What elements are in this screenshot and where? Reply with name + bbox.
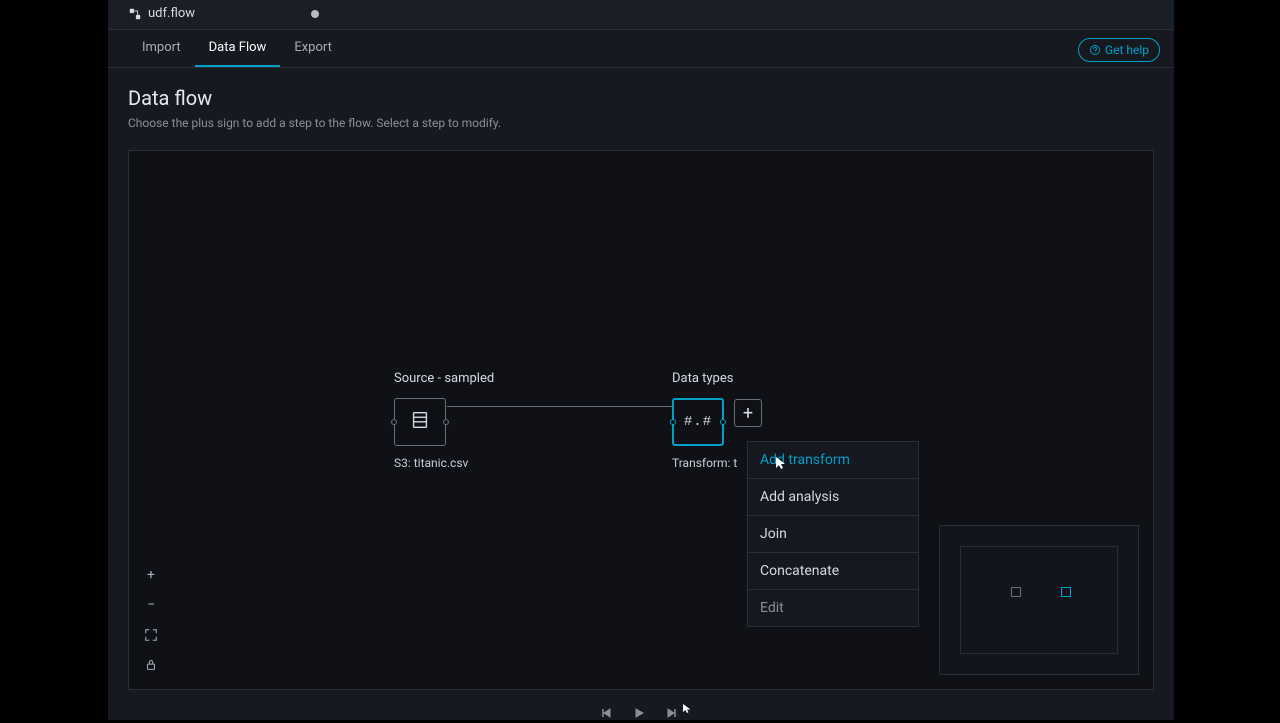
menu-edit[interactable]: Edit [748,590,918,626]
flow-canvas[interactable]: Source - sampled S3: titanic.csv Data ty… [128,150,1154,690]
play-button[interactable] [633,704,647,718]
zoom-out-button[interactable]: − [139,593,163,617]
port-icon [443,419,449,425]
fit-button[interactable] [139,623,163,647]
add-step-button[interactable]: + [734,399,762,427]
lock-button[interactable] [139,653,163,677]
menu-concatenate[interactable]: Concatenate [748,553,918,590]
zoom-controls: + − [139,563,163,677]
tab-export[interactable]: Export [280,30,346,67]
fullscreen-icon [144,628,158,642]
menu-join[interactable]: Join [748,516,918,553]
minimap-node-icon [1011,587,1021,597]
plus-icon: + [743,403,753,424]
prev-button[interactable] [601,704,615,718]
page-header: Data flow Choose the plus sign to add a … [108,68,1174,140]
page-title: Data flow [128,86,1154,110]
minimap[interactable] [939,525,1139,675]
page-subtitle: Choose the plus sign to add a step to th… [128,116,1154,130]
data-types-glyph-icon: #.# [684,414,712,430]
file-tab[interactable]: udf.flow [118,0,329,29]
minus-icon: − [147,597,155,613]
lock-icon [144,658,158,672]
node-types-box[interactable]: #.# [672,398,724,446]
port-icon [670,419,676,425]
tab-data-flow[interactable]: Data Flow [195,30,281,67]
node-source-box[interactable] [394,398,446,446]
node-data-types[interactable]: Data types #.# Transform: t [672,371,737,470]
menu-add-transform[interactable]: Add transform [748,442,918,479]
zoom-in-button[interactable]: + [139,563,163,587]
skip-forward-icon [665,707,677,719]
node-types-title: Data types [672,371,737,386]
file-tab-label: udf.flow [148,6,195,21]
playback-controls [601,704,679,718]
plus-icon: + [147,567,155,583]
next-button[interactable] [665,704,679,718]
skip-back-icon [601,707,613,719]
context-menu: Add transform Add analysis Join Concaten… [747,441,919,627]
port-icon [391,419,397,425]
node-types-sub: Transform: t [672,456,737,470]
port-icon [720,419,726,425]
nav-tabs: Import Data Flow Export Get help [108,30,1174,68]
database-icon [409,409,431,435]
unsaved-dot-icon [311,10,319,18]
flow-file-icon [128,7,142,21]
menu-add-analysis[interactable]: Add analysis [748,479,918,516]
minimap-viewport [960,546,1118,654]
connector-line [447,406,672,407]
get-help-label: Get help [1105,43,1149,57]
node-source[interactable]: Source - sampled S3: titanic.csv [394,371,494,470]
help-icon [1089,44,1101,56]
play-icon [633,707,645,719]
get-help-button[interactable]: Get help [1078,38,1160,62]
file-tab-bar: udf.flow [108,0,1174,30]
node-source-sub: S3: titanic.csv [394,456,494,470]
tab-import[interactable]: Import [128,30,195,67]
minimap-node-icon [1061,587,1071,597]
arrow-cursor-icon [682,698,692,717]
node-source-title: Source - sampled [394,371,494,386]
